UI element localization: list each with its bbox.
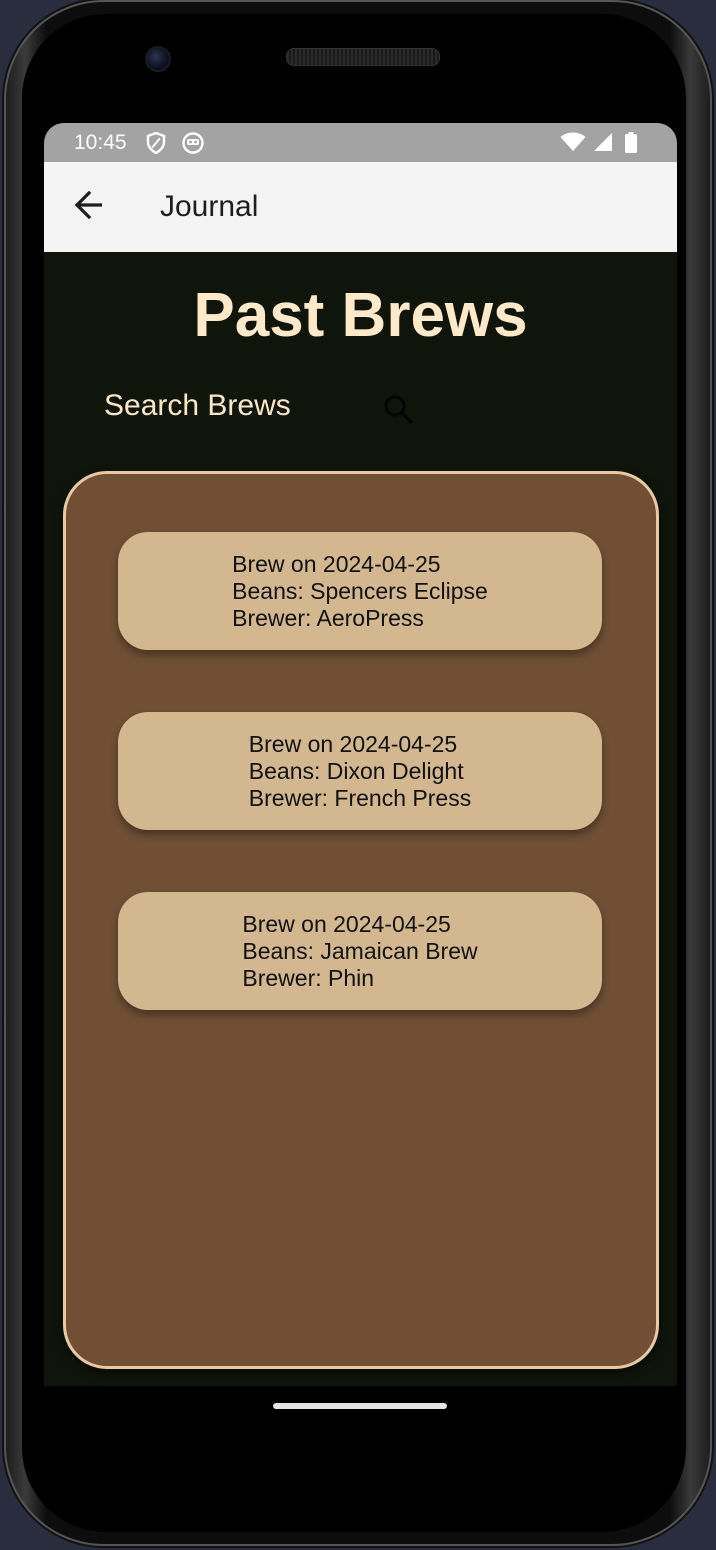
- search-bar: [104, 385, 424, 435]
- gesture-nav-handle[interactable]: [273, 1403, 447, 1409]
- back-button[interactable]: [68, 186, 110, 228]
- brew-date: Brew on 2024-04-25: [248, 730, 458, 757]
- search-icon[interactable]: [382, 393, 416, 427]
- brew-list-panel: Brew on 2024-04-25 Beans: Spencers Eclip…: [63, 471, 659, 1369]
- shield-icon: [146, 131, 166, 159]
- brew-beans: Beans: Spencers Eclipse: [232, 577, 488, 604]
- brew-card[interactable]: Brew on 2024-04-25 Beans: Spencers Eclip…: [118, 532, 602, 650]
- earpiece-speaker: [286, 48, 440, 66]
- brew-date: Brew on 2024-04-25: [242, 910, 451, 937]
- brew-brewer: Brewer: French Press: [248, 784, 472, 811]
- brew-beans: Beans: Dixon Delight: [248, 757, 464, 784]
- signal-icon: [593, 132, 613, 157]
- status-indicators: [560, 132, 637, 158]
- app-bar-title: Journal: [160, 190, 259, 223]
- brew-card-text: Brew on 2024-04-25 Beans: Spencers Eclip…: [232, 551, 488, 632]
- page-title: Past Brews: [193, 281, 528, 350]
- status-time: 10:45: [74, 131, 127, 154]
- arrow-left-icon: [74, 190, 104, 224]
- brew-card-text: Brew on 2024-04-25 Beans: Jamaican Brew …: [242, 911, 477, 992]
- brew-card[interactable]: Brew on 2024-04-25 Beans: Dixon Delight …: [118, 712, 602, 830]
- brew-card-text: Brew on 2024-04-25 Beans: Dixon Delight …: [249, 731, 471, 812]
- app-screen: 10:45 Journal Past Brews Search Brews Br…: [44, 123, 677, 1386]
- front-camera: [145, 46, 171, 72]
- robot-icon: [182, 132, 204, 159]
- wifi-icon: [560, 132, 586, 157]
- battery-icon: [625, 132, 637, 158]
- brew-beans: Beans: Jamaican Brew: [242, 937, 478, 964]
- top-app-bar: Journal: [44, 162, 677, 252]
- status-bar: 10:45: [44, 123, 677, 162]
- brew-brewer: Brewer: Phin: [242, 964, 375, 991]
- brew-card[interactable]: Brew on 2024-04-25 Beans: Jamaican Brew …: [118, 892, 602, 1010]
- brew-date: Brew on 2024-04-25: [232, 550, 441, 577]
- search-input[interactable]: [104, 389, 364, 423]
- brew-brewer: Brewer: AeroPress: [232, 604, 424, 631]
